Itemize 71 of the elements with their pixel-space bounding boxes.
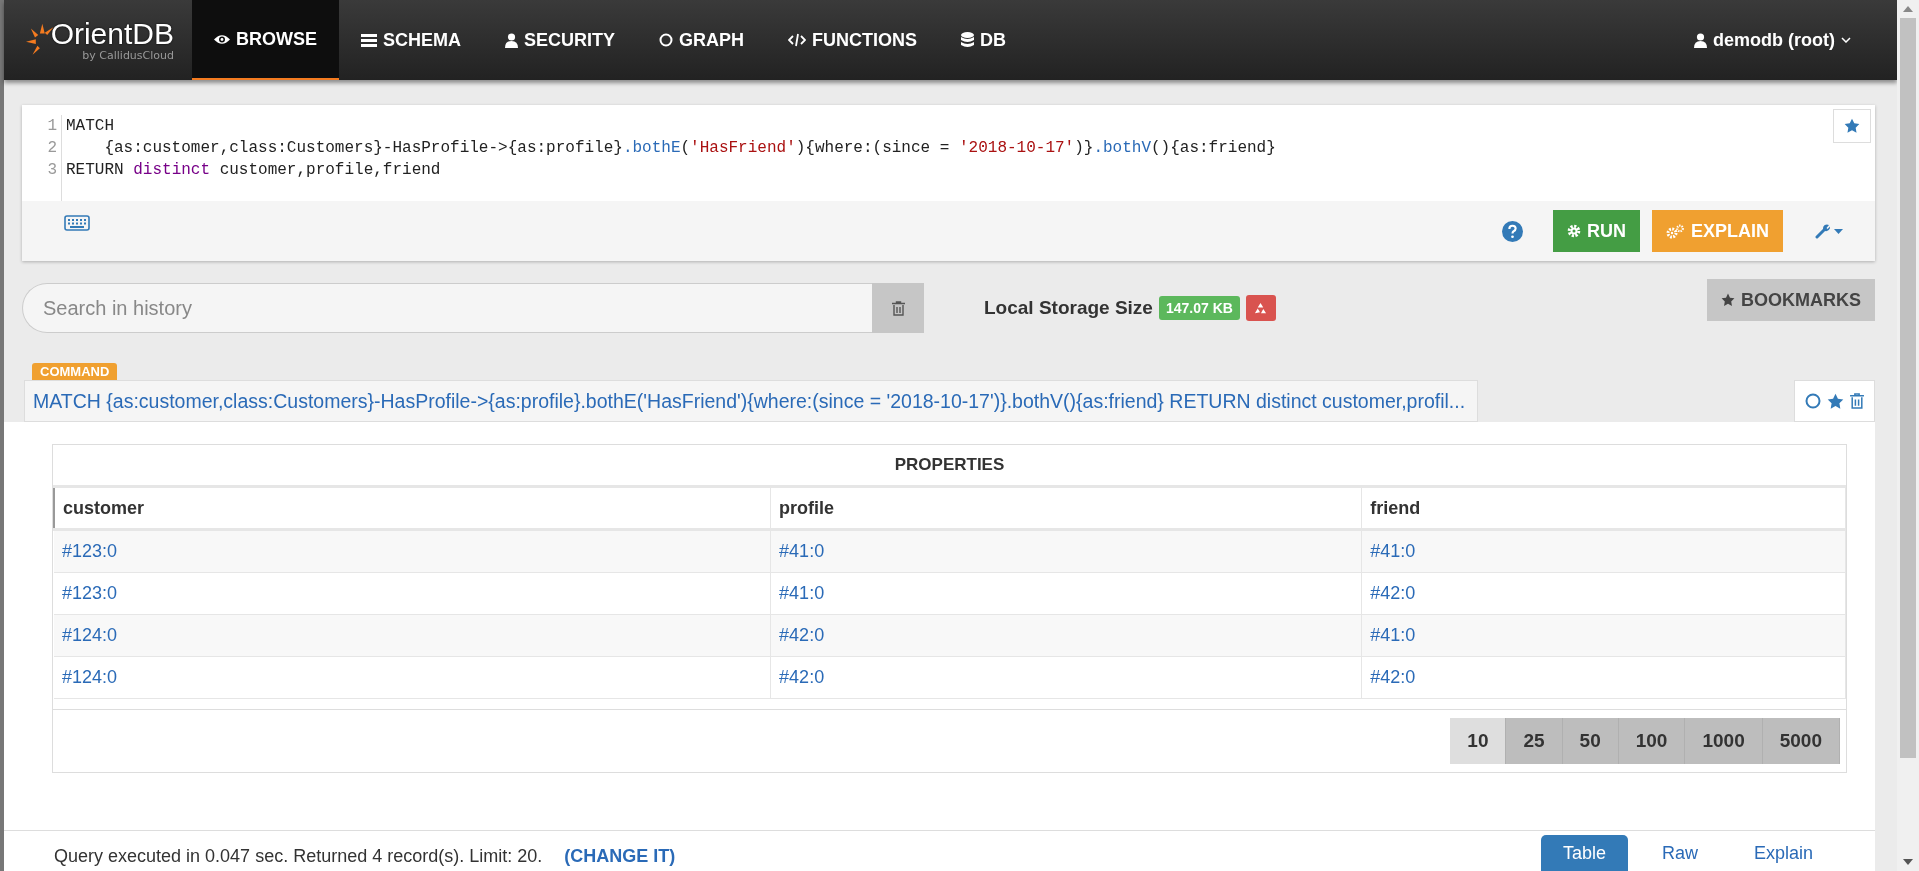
user-menu[interactable]: demodb (root) bbox=[1688, 0, 1857, 80]
page-size-button[interactable]: 100 bbox=[1618, 718, 1686, 764]
query-status: Query executed in 0.047 sec. Returned 4 record(s). Limit: 20. bbox=[54, 846, 543, 868]
star-icon[interactable] bbox=[1827, 392, 1844, 410]
gears-icon bbox=[1666, 223, 1685, 239]
trash-icon[interactable] bbox=[1850, 393, 1864, 409]
trash-icon bbox=[891, 300, 905, 316]
view-tab[interactable]: Table bbox=[1540, 835, 1628, 871]
nav-tab[interactable]: FUNCTIONS bbox=[766, 0, 940, 80]
record-link[interactable]: #42:0 bbox=[1370, 667, 1416, 687]
nav-tab[interactable]: SCHEMA bbox=[339, 0, 483, 80]
brand-name: OrientDB bbox=[50, 18, 174, 49]
nav-tab[interactable]: GRAPH bbox=[637, 0, 767, 80]
code-line: MATCH bbox=[66, 116, 115, 137]
code-icon bbox=[788, 33, 807, 47]
record-link[interactable]: #42:0 bbox=[779, 667, 825, 687]
record-link[interactable]: #42:0 bbox=[1370, 583, 1416, 603]
view-tab[interactable]: Explain bbox=[1731, 835, 1835, 871]
line-number: 3 bbox=[47, 160, 57, 181]
record-link[interactable]: #124:0 bbox=[62, 667, 118, 687]
help-icon[interactable] bbox=[1502, 220, 1523, 242]
line-number: 2 bbox=[47, 138, 57, 159]
command-badge: COMMAND bbox=[32, 363, 118, 380]
caret-icon bbox=[1834, 228, 1843, 234]
record-link[interactable]: #124:0 bbox=[62, 625, 118, 645]
page-size-button[interactable]: 50 bbox=[1562, 718, 1619, 764]
command-text[interactable]: MATCH {as:customer,class:Customers}-HasProfile->{as:profile}.bothE('HasFriend'){where:(since = '2018-10-17')}.bothV(){as:friend} RETURN distinct customer,profil... bbox=[24, 380, 1479, 422]
gear-icon bbox=[1567, 224, 1581, 238]
nav-tab[interactable]: SECURITY bbox=[483, 0, 638, 80]
record-link[interactable]: #41:0 bbox=[779, 541, 825, 561]
code-line: RETURN distinct customer,profile,friend bbox=[66, 160, 442, 181]
record-link[interactable]: #41:0 bbox=[1370, 625, 1416, 645]
circle-icon bbox=[659, 33, 674, 47]
nav-tab[interactable]: BROWSE bbox=[192, 0, 339, 80]
record-link[interactable]: #42:0 bbox=[779, 625, 825, 645]
record-link[interactable]: #41:0 bbox=[779, 583, 825, 603]
clear-storage-button[interactable] bbox=[1245, 295, 1276, 321]
database-icon bbox=[961, 32, 975, 48]
user-icon bbox=[505, 32, 518, 48]
run-button[interactable]: RUN bbox=[1553, 210, 1640, 252]
code-editor[interactable]: 1 2 3 MATCH {as:customer,class:Customers}-HasProfile->{as:profile}.bothE('HasFriend'){where:(since = '2018-10-17')}.bothV(){as:friend} RETURN distinct customer,profile,friend bbox=[22, 105, 1875, 201]
record-link[interactable]: #123:0 bbox=[62, 583, 118, 603]
page-size-button[interactable]: 5000 bbox=[1762, 718, 1840, 764]
user-icon bbox=[1694, 32, 1707, 48]
record-link[interactable]: #123:0 bbox=[62, 541, 118, 561]
circle-icon[interactable] bbox=[1805, 393, 1821, 409]
record-link[interactable]: #41:0 bbox=[1370, 541, 1416, 561]
star-icon bbox=[1844, 118, 1860, 134]
change-limit-link[interactable]: (CHANGE IT) bbox=[564, 846, 676, 871]
keyboard-icon[interactable] bbox=[64, 215, 90, 231]
clear-history-button[interactable] bbox=[872, 283, 924, 333]
list-icon bbox=[361, 33, 377, 47]
storage-size-badge: 147.07 KB bbox=[1158, 296, 1240, 320]
wrench-icon bbox=[1815, 223, 1831, 239]
page-size-button[interactable]: 25 bbox=[1506, 718, 1563, 764]
storage-size-label: Local Storage Size bbox=[984, 297, 1153, 319]
star-icon bbox=[1721, 293, 1735, 307]
chevron-down-icon bbox=[1841, 37, 1851, 43]
brand-tagline: by CallidusCloud bbox=[82, 48, 174, 62]
eye-icon bbox=[214, 33, 230, 45]
bookmarks-button[interactable]: BOOKMARKS bbox=[1707, 279, 1875, 321]
page-size-button[interactable]: 1000 bbox=[1685, 718, 1763, 764]
line-number: 1 bbox=[47, 116, 57, 137]
page-size-button[interactable]: 10 bbox=[1450, 718, 1507, 764]
scroll-bar[interactable] bbox=[1897, 0, 1919, 871]
table-title: PROPERTIES bbox=[53, 445, 1846, 488]
code-line: {as:customer,class:Customers}-HasProfile->{as:profile}.bothE('HasFriend'){where:(since = '2018-10-17')}.bothV(){as:friend} bbox=[103, 138, 1276, 159]
view-tab[interactable]: Raw bbox=[1639, 835, 1720, 871]
history-search-field[interactable]: Search in history bbox=[22, 283, 872, 333]
nav-tab[interactable]: DB bbox=[939, 0, 1029, 80]
bookmark-star-button[interactable] bbox=[1833, 109, 1871, 143]
